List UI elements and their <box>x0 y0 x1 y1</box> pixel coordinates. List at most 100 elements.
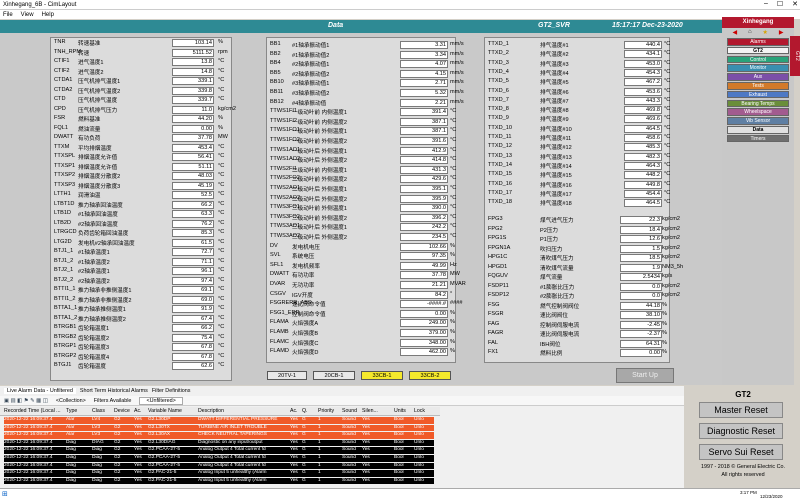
point-val[interactable]: 5111.52 <box>172 48 214 57</box>
side-btn-alarms[interactable]: Alarms <box>727 38 789 46</box>
side-btn-gt2[interactable]: GT2 <box>727 46 789 55</box>
point-val[interactable]: 56.41 <box>172 153 214 161</box>
servo-sui-reset-button[interactable]: Servo Sui Reset <box>699 444 783 460</box>
side-btn-monitor[interactable]: Monitor <box>727 64 789 72</box>
menu-view[interactable]: View <box>21 12 34 18</box>
alarm-col-header[interactable]: Variable Name <box>148 408 182 414</box>
point-val[interactable]: 102.66 <box>400 242 448 251</box>
point-val[interactable]: 458.6 <box>624 134 662 142</box>
point-val[interactable]: 391.4 <box>400 108 448 117</box>
point-val[interactable]: 0.0 <box>620 282 662 291</box>
start-icon[interactable]: ⊞ <box>2 490 8 498</box>
tab-short-term-history[interactable]: Short Term Historical Alarms <box>80 388 148 394</box>
alarm-col-header[interactable]: Type <box>66 408 77 414</box>
point-val[interactable]: 395.9 <box>400 194 448 203</box>
point-val[interactable]: 49.99 <box>400 261 448 270</box>
point-val[interactable]: 44.18 <box>620 301 662 310</box>
point-val[interactable]: 44.20 <box>172 115 214 123</box>
point-val[interactable]: 11.0 <box>172 105 214 114</box>
btn-20cb-1[interactable]: 20CB-1 <box>313 371 355 380</box>
point-val[interactable]: 75.4 <box>172 333 214 342</box>
alarm-row[interactable]: 2020-12-22 16:09:37.4 Alar LV3 G2 Yes G2.L30T… <box>4 424 434 432</box>
point-val[interactable]: 84.2 <box>400 290 448 299</box>
point-val[interactable]: 469.6 <box>624 115 662 124</box>
minimize-icon[interactable]: – <box>764 0 768 8</box>
maximize-icon[interactable]: ☐ <box>777 0 783 8</box>
point-val[interactable]: 387.1 <box>400 117 448 126</box>
point-val[interactable]: 443.3 <box>624 96 662 105</box>
alarm-col-header[interactable]: Silen... <box>362 408 378 414</box>
point-val[interactable]: 67.8 <box>172 352 214 361</box>
point-val[interactable]: 482.3 <box>624 152 662 161</box>
point-val[interactable]: 5.32 <box>400 89 448 97</box>
alarm-col-header[interactable]: Lock <box>414 408 425 414</box>
alarm-col-header[interactable]: Priority <box>318 408 334 414</box>
alarm-row[interactable]: 2020-12-22 16:09:37.4 Alar LV3 G2 Yes G2.L30A… <box>4 432 434 439</box>
alarm-row[interactable]: 2020-12-22 16:09:37.4 Diag Diag G2 Yes G2.PAC… <box>4 477 434 485</box>
home-icon[interactable]: ⌂ <box>748 29 752 37</box>
point-val[interactable]: 4.07 <box>400 60 448 69</box>
tab-filter-definitions[interactable]: Filter Definitions <box>152 388 191 394</box>
point-val[interactable]: 440.4 <box>624 41 662 49</box>
side-btn-data[interactable]: Data <box>727 126 789 134</box>
point-val[interactable]: 469.8 <box>624 106 662 115</box>
side-btn-aux[interactable]: Aux <box>727 73 789 81</box>
point-val[interactable]: 21.21 <box>400 281 448 289</box>
point-val[interactable]: 66.2 <box>172 200 214 209</box>
point-val[interactable]: 13.8 <box>172 58 214 66</box>
alarm-col-header[interactable]: Ac. <box>134 408 142 414</box>
point-val[interactable]: 448.2 <box>624 171 662 180</box>
point-val[interactable]: 69.0 <box>172 295 214 304</box>
point-val[interactable]: 37.78 <box>400 271 448 280</box>
menu-file[interactable]: File <box>3 12 13 18</box>
point-val[interactable]: 431.3 <box>400 165 448 174</box>
point-val[interactable]: 0.00 <box>172 124 214 133</box>
alarm-col-header[interactable]: Q. <box>302 408 307 414</box>
point-val[interactable]: 454.3 <box>624 68 662 77</box>
side-btn-wheelspace[interactable]: Wheelspace <box>727 108 789 116</box>
point-val[interactable]: 0.00 <box>400 309 448 318</box>
point-val[interactable]: 22.3 <box>620 216 662 224</box>
point-val[interactable]: 64.31 <box>620 339 662 348</box>
point-val[interactable]: 467.2 <box>624 78 662 87</box>
point-val[interactable]: -2.37 <box>620 330 662 338</box>
filter-selector[interactable]: <Unfiltered> <box>139 396 183 405</box>
point-val[interactable]: 379.00 <box>400 329 448 337</box>
point-val[interactable]: 3.34 <box>400 50 448 59</box>
point-val[interactable]: 464.3 <box>624 161 662 170</box>
point-val[interactable]: 76.2 <box>172 219 214 228</box>
point-val[interactable]: 18.4 <box>620 225 662 234</box>
point-val[interactable]: 71.1 <box>172 257 214 266</box>
point-val[interactable]: 348.00 <box>400 338 448 347</box>
point-val[interactable]: 37.78 <box>172 134 214 142</box>
point-val[interactable]: 454.4 <box>624 189 662 198</box>
point-val[interactable]: 249.00 <box>400 319 448 328</box>
alarm-row[interactable]: 2020-12-22 16:09:37.4 Diag Diag G2 Yes G2.PCA… <box>4 455 434 462</box>
back-icon[interactable]: ◀ <box>732 29 737 37</box>
point-val[interactable]: -2.45 <box>620 320 662 329</box>
master-reset-button[interactable]: Master Reset <box>699 402 783 418</box>
point-val[interactable]: 103.14 <box>172 39 214 47</box>
alarm-col-header[interactable]: Ac. <box>290 408 298 414</box>
point-val[interactable]: 12.6 <box>620 235 662 243</box>
alarm-col-header[interactable]: Device <box>114 408 130 414</box>
btn-20tv-1[interactable]: 20TV-1 <box>267 371 307 380</box>
point-val[interactable]: 45.19 <box>172 181 214 190</box>
forward-icon[interactable]: ▶ <box>779 29 784 37</box>
point-val[interactable]: 18.5 <box>620 254 662 262</box>
point-val[interactable]: 464.5 <box>624 199 662 208</box>
point-val[interactable]: 339.1 <box>172 77 214 85</box>
point-val[interactable]: 52.5 <box>172 191 214 199</box>
point-val[interactable]: 234.5 <box>400 233 448 241</box>
point-val[interactable]: 14.8 <box>172 67 214 76</box>
point-val[interactable]: 387.1 <box>400 127 448 136</box>
point-val[interactable]: 67.8 <box>172 343 214 351</box>
alarm-row[interactable]: 2020-12-22 16:09:37.4 Diag Diag G2 Yes G2.PAC… <box>4 470 434 477</box>
point-val[interactable]: 72.7 <box>172 248 214 256</box>
point-val[interactable]: 61.5 <box>172 238 214 247</box>
point-val[interactable]: 4.15 <box>400 69 448 78</box>
point-val[interactable]: 51.11 <box>172 162 214 171</box>
alarm-row[interactable]: 2020-12-22 16:09:37.4 Diag DIAG G2 Yes G2.L30… <box>4 439 434 447</box>
point-val[interactable]: 67.4 <box>172 314 214 323</box>
point-val[interactable]: 0.0 <box>620 292 662 300</box>
